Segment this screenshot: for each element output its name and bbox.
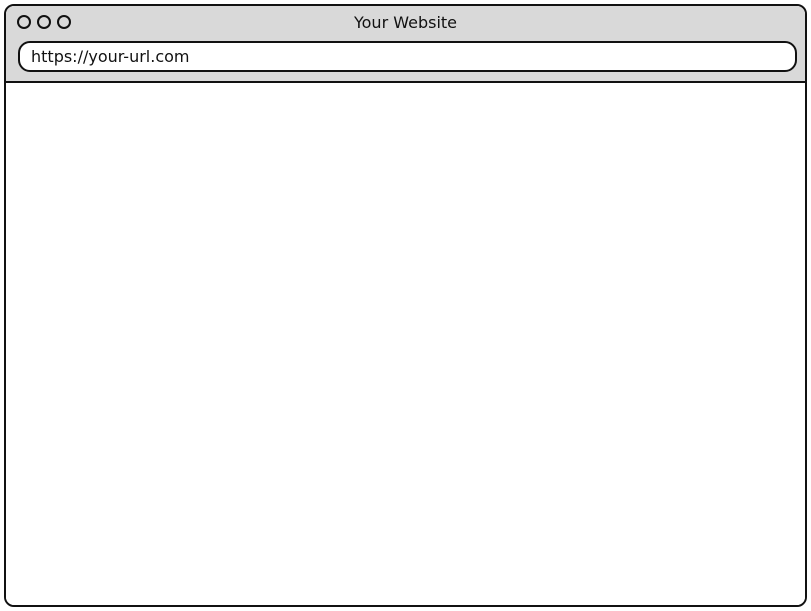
page-content-area (6, 83, 805, 605)
title-bar: Your Website (6, 6, 805, 39)
window-title: Your Website (353, 13, 458, 32)
address-bar[interactable]: https://your-url.com (18, 41, 797, 72)
browser-window: Your Website https://your-url.com (4, 4, 807, 607)
browser-chrome: Your Website https://your-url.com (6, 6, 805, 83)
url-text[interactable]: https://your-url.com (31, 47, 795, 67)
